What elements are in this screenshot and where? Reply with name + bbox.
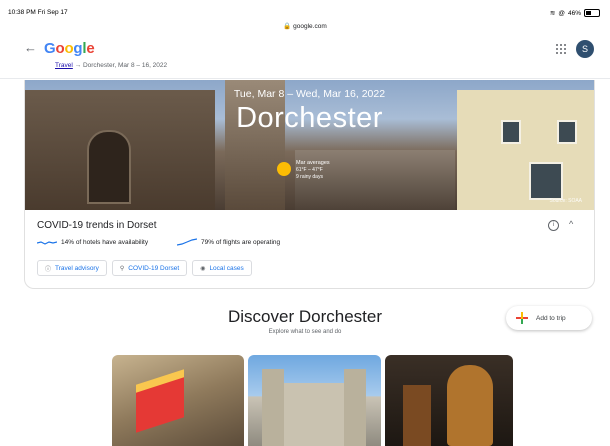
search-icon: ⚲ bbox=[119, 265, 125, 272]
lock-rotation-icon: @ bbox=[558, 9, 565, 17]
weather-temps: 61°F – 47°F bbox=[296, 167, 323, 173]
address-bar-url[interactable]: 🔒 google.com bbox=[0, 22, 610, 30]
hotels-trend-icon bbox=[37, 241, 57, 245]
chip-covid-dorset[interactable]: ⚲ COVID-19 Dorset bbox=[111, 260, 188, 276]
sun-icon bbox=[277, 162, 291, 176]
breadcrumb-travel-link[interactable]: Travel bbox=[55, 62, 73, 69]
breadcrumb-arrow: → bbox=[74, 62, 82, 69]
covid-chips: ⓘ Travel advisory ⚲ COVID-19 Dorset ◉ Lo… bbox=[37, 260, 252, 276]
add-to-trip-button[interactable]: Add to trip bbox=[506, 306, 592, 330]
attraction-tile[interactable] bbox=[248, 355, 381, 446]
destination-card: Tue, Mar 8 – Wed, Mar 16, 2022 Dorcheste… bbox=[24, 80, 595, 289]
avatar[interactable]: S bbox=[576, 40, 594, 58]
trip-dates: Tue, Mar 8 – Wed, Mar 16, 2022 bbox=[233, 88, 386, 100]
info-icon: ⓘ bbox=[45, 266, 52, 273]
breadcrumb-current: Dorchester, Mar 8 – 16, 2022 bbox=[82, 62, 168, 69]
info-icon[interactable]: i bbox=[548, 220, 559, 231]
header-divider bbox=[0, 78, 610, 79]
plus-icon bbox=[516, 312, 528, 324]
add-to-trip-label: Add to trip bbox=[536, 314, 566, 322]
flights-trend-icon bbox=[177, 238, 197, 246]
back-arrow-icon[interactable]: ← bbox=[24, 40, 37, 55]
status-bar: 10:38 PM Fri Sep 17 🔒 google.com ≋ @ 46% bbox=[0, 0, 610, 30]
breadcrumb: Travel → Dorchester, Mar 8 – 16, 2022 bbox=[55, 62, 167, 69]
chip-label: COVID-19 Dorset bbox=[128, 264, 180, 272]
battery-percent: 46% bbox=[567, 9, 581, 17]
battery-icon bbox=[584, 9, 600, 17]
weather-summary: Mar averages 61°F – 47°F 9 rainy days bbox=[296, 160, 330, 181]
attraction-tile[interactable] bbox=[385, 355, 513, 446]
weather-days: 9 rainy days bbox=[296, 174, 323, 180]
flights-stat: 79% of flights are operating bbox=[177, 238, 280, 246]
chip-label: Local cases bbox=[209, 264, 244, 272]
hotels-stat: 14% of hotels have availability bbox=[37, 238, 148, 246]
google-logo[interactable]: Google bbox=[44, 40, 95, 57]
destination-title: Dorchester bbox=[236, 102, 383, 134]
chip-travel-advisory[interactable]: ⓘ Travel advisory bbox=[37, 260, 107, 276]
attraction-tiles bbox=[112, 355, 513, 446]
hero-image[interactable]: Tue, Mar 8 – Wed, Mar 16, 2022 Dorcheste… bbox=[25, 80, 594, 210]
chip-label: Travel advisory bbox=[55, 264, 99, 272]
status-indicators: ≋ @ 46% bbox=[550, 9, 600, 17]
covid-title: COVID-19 trends in Dorset bbox=[37, 220, 157, 231]
flights-text: 79% of flights are operating bbox=[201, 238, 281, 246]
attraction-tile[interactable] bbox=[112, 355, 244, 446]
apps-grid-icon[interactable] bbox=[556, 44, 566, 54]
wifi-icon: ≋ bbox=[549, 10, 556, 17]
hotels-text: 14% of hotels have availability bbox=[61, 238, 149, 246]
chevron-up-icon[interactable]: ^ bbox=[569, 219, 573, 229]
chip-local-cases[interactable]: ◉ Local cases bbox=[192, 260, 252, 276]
globe-icon: ◉ bbox=[200, 265, 206, 272]
image-source: Source: SOAA bbox=[549, 198, 582, 204]
status-time: 10:38 PM Fri Sep 17 bbox=[8, 9, 68, 16]
weather-title: Mar averages bbox=[296, 160, 330, 166]
url-text: google.com bbox=[293, 23, 327, 30]
